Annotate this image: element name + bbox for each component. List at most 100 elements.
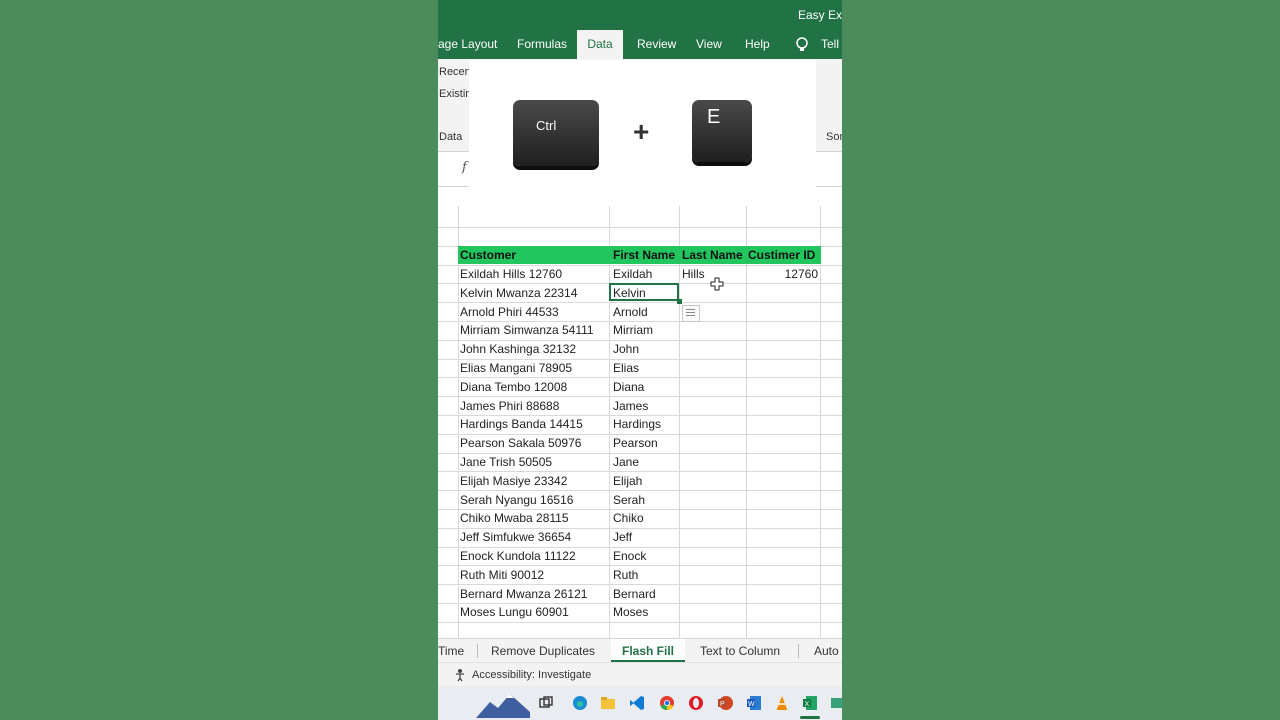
customer-cell[interactable]: Mirriam Simwanza 54111 xyxy=(460,321,608,339)
first-name-cell[interactable]: John xyxy=(613,340,677,358)
last-name-cell[interactable] xyxy=(682,491,744,509)
tab-page-layout[interactable]: age Layout xyxy=(438,30,504,59)
customer-cell[interactable]: James Phiri 88688 xyxy=(460,397,608,415)
active-cell-selection[interactable] xyxy=(609,283,679,301)
customer-cell[interactable]: Moses Lungu 60901 xyxy=(460,603,608,621)
customer-cell[interactable]: Diana Tembo 12008 xyxy=(460,378,608,396)
sheet-tab-time[interactable]: Time xyxy=(438,639,464,662)
sheet-tab-remove-duplicates[interactable]: Remove Duplicates xyxy=(491,639,599,662)
first-name-cell[interactable]: Bernard xyxy=(613,585,677,603)
fill-handle[interactable] xyxy=(677,299,682,304)
customer-id-cell[interactable] xyxy=(748,585,818,603)
header-last-name[interactable]: Last Name xyxy=(682,246,748,264)
widgets-weather-icon[interactable] xyxy=(476,688,530,718)
customer-id-cell[interactable] xyxy=(748,472,818,490)
customer-id-cell[interactable] xyxy=(748,303,818,321)
last-name-cell[interactable] xyxy=(682,321,744,339)
sheet-tab-text-to-column[interactable]: Text to Column xyxy=(700,639,786,662)
file-explorer-icon[interactable] xyxy=(600,695,616,711)
edge-icon[interactable] xyxy=(572,695,588,711)
first-name-cell[interactable]: Hardings xyxy=(613,415,677,433)
first-name-cell[interactable]: Ruth xyxy=(613,566,677,584)
chrome-icon[interactable] xyxy=(659,695,675,711)
first-name-cell[interactable]: Jeff xyxy=(613,528,677,546)
customer-cell[interactable]: Exildah Hills 12760 xyxy=(460,265,608,283)
customer-cell[interactable]: Arnold Phiri 44533 xyxy=(460,303,608,321)
last-name-cell[interactable] xyxy=(682,603,744,621)
tab-data[interactable]: Data xyxy=(577,30,623,59)
last-name-cell[interactable] xyxy=(682,434,744,452)
first-name-cell[interactable]: Jane xyxy=(613,453,677,471)
last-name-cell[interactable] xyxy=(682,340,744,358)
first-name-cell[interactable]: Moses xyxy=(613,603,677,621)
header-first-name[interactable]: First Name xyxy=(613,246,681,264)
customer-id-cell[interactable] xyxy=(748,397,818,415)
header-customer[interactable]: Customer xyxy=(460,246,610,264)
vscode-icon[interactable] xyxy=(629,695,645,711)
last-name-cell[interactable] xyxy=(682,566,744,584)
customer-id-cell[interactable] xyxy=(748,378,818,396)
customer-cell[interactable]: Chiko Mwaba 28115 xyxy=(460,509,608,527)
customer-id-cell[interactable] xyxy=(748,434,818,452)
customer-id-cell[interactable] xyxy=(748,547,818,565)
last-name-cell[interactable] xyxy=(682,415,744,433)
customer-id-cell[interactable] xyxy=(748,566,818,584)
customer-cell[interactable]: John Kashinga 32132 xyxy=(460,340,608,358)
last-name-cell[interactable] xyxy=(682,509,744,527)
customer-id-cell[interactable] xyxy=(748,359,818,377)
fx-icon[interactable]: f xyxy=(462,160,467,175)
customer-cell[interactable]: Serah Nyangu 16516 xyxy=(460,491,608,509)
vlc-icon[interactable] xyxy=(774,695,790,711)
customer-id-cell[interactable] xyxy=(748,453,818,471)
last-name-cell[interactable] xyxy=(682,378,744,396)
customer-cell[interactable]: Pearson Sakala 50976 xyxy=(460,434,608,452)
customer-cell[interactable]: Jane Trish 50505 xyxy=(460,453,608,471)
last-name-cell[interactable] xyxy=(682,453,744,471)
customer-cell[interactable]: Bernard Mwanza 26121 xyxy=(460,585,608,603)
customer-cell[interactable]: Ruth Miti 90012 xyxy=(460,566,608,584)
accessibility-status[interactable]: Accessibility: Investigate xyxy=(472,669,591,681)
last-name-cell[interactable] xyxy=(682,585,744,603)
first-name-cell[interactable]: Arnold xyxy=(613,303,677,321)
word-icon[interactable]: W xyxy=(746,695,762,711)
customer-id-cell[interactable] xyxy=(748,340,818,358)
tab-view[interactable]: View xyxy=(696,30,726,59)
last-name-cell[interactable] xyxy=(682,359,744,377)
customer-id-cell[interactable] xyxy=(748,603,818,621)
customer-cell[interactable]: Jeff Simfukwe 36654 xyxy=(460,528,608,546)
customer-id-cell[interactable] xyxy=(748,284,818,302)
task-view-icon[interactable] xyxy=(538,695,554,711)
first-name-cell[interactable]: Exildah xyxy=(613,265,677,283)
accessibility-icon[interactable] xyxy=(454,668,468,682)
powerpoint-icon[interactable]: P xyxy=(717,695,733,711)
snip-icon[interactable] xyxy=(830,695,842,711)
opera-icon[interactable] xyxy=(688,695,704,711)
first-name-cell[interactable]: Diana xyxy=(613,378,677,396)
existing-connections-button[interactable]: Existin xyxy=(439,88,471,100)
customer-cell[interactable]: Elijah Masiye 23342 xyxy=(460,472,608,490)
last-name-cell[interactable] xyxy=(682,547,744,565)
first-name-cell[interactable]: Serah xyxy=(613,491,677,509)
customer-cell[interactable]: Elias Mangani 78905 xyxy=(460,359,608,377)
sheet-tab-auto[interactable]: Auto xyxy=(814,639,842,662)
customer-id-cell[interactable] xyxy=(748,509,818,527)
tab-review[interactable]: Review xyxy=(637,30,677,59)
tab-help[interactable]: Help xyxy=(745,30,775,59)
first-name-cell[interactable]: James xyxy=(613,397,677,415)
sheet-tab-flash-fill[interactable]: Flash Fill xyxy=(611,639,685,662)
customer-id-cell[interactable] xyxy=(748,491,818,509)
excel-icon[interactable]: X xyxy=(802,695,818,711)
first-name-cell[interactable]: Mirriam xyxy=(613,321,677,339)
customer-id-cell[interactable] xyxy=(748,321,818,339)
customer-id-cell[interactable] xyxy=(748,415,818,433)
header-customer-id[interactable]: Custimer ID xyxy=(748,246,820,264)
first-name-cell[interactable]: Elijah xyxy=(613,472,677,490)
first-name-cell[interactable]: Pearson xyxy=(613,434,677,452)
first-name-cell[interactable]: Elias xyxy=(613,359,677,377)
first-name-cell[interactable]: Enock xyxy=(613,547,677,565)
flash-fill-options-icon[interactable] xyxy=(682,305,700,322)
customer-cell[interactable]: Kelvin Mwanza 22314 xyxy=(460,284,608,302)
customer-cell[interactable]: Hardings Banda 14415 xyxy=(460,415,608,433)
customer-cell[interactable]: Enock Kundola 11122 xyxy=(460,547,608,565)
worksheet-grid[interactable]: Customer First Name Last Name Custimer I… xyxy=(438,206,842,642)
